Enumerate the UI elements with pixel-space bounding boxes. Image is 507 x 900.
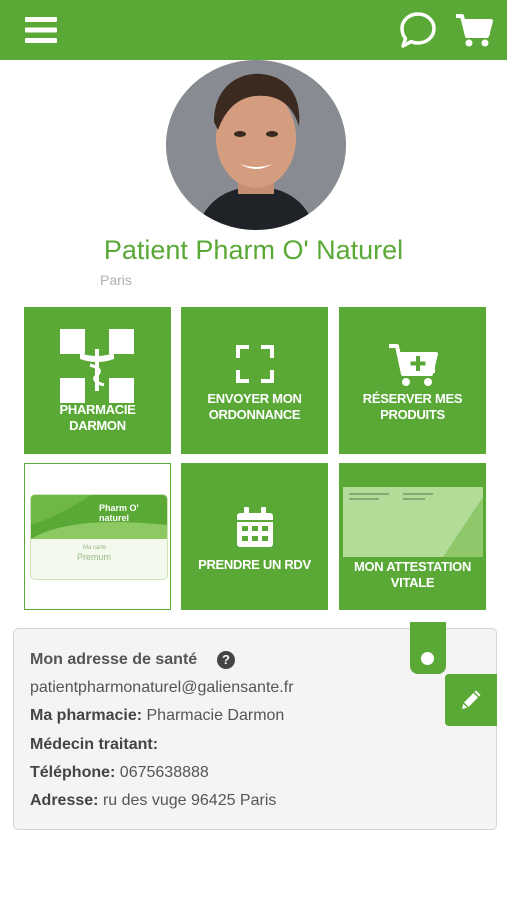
loyalty-card-tile[interactable]: Pharm O' naturel Ma carte Premum — [24, 463, 171, 610]
health-email: patientpharmonaturel@galiensante.fr — [30, 679, 294, 696]
health-address-title: Mon adresse de santé — [30, 651, 198, 668]
vitale-attestation-label-2: VITALE — [390, 575, 435, 590]
pharmacy-line: Ma pharmacie: Pharmacie Darmon — [30, 707, 284, 725]
address-line: Adresse: ru des vuge 96425 Paris — [30, 792, 276, 810]
patient-city: Paris — [100, 272, 132, 288]
doctor-line: Médecin traitant: — [30, 736, 158, 754]
pharmacy-tile-label-1: PHARMACIE — [59, 402, 136, 417]
avatar[interactable] — [166, 60, 346, 230]
doctor-label: Médecin traitant: — [30, 736, 159, 753]
reserve-products-tile[interactable]: RÉSERVER MES PRODUITS — [339, 307, 486, 454]
pharmacy-cross-icon — [60, 329, 134, 403]
phone-value: 0675638888 — [119, 764, 209, 781]
vitale-attestation-tile[interactable]: MON ATTESTATION VITALE — [339, 463, 486, 610]
send-prescription-label-1: ENVOYER MON — [207, 391, 302, 406]
card-tab-toggle[interactable] — [410, 622, 446, 674]
address-label: Adresse: — [30, 792, 99, 809]
scan-frame-icon — [236, 345, 274, 383]
book-appointment-tile[interactable]: PRENDRE UN RDV — [181, 463, 328, 610]
vitale-attestation-label-1: MON ATTESTATION — [353, 559, 472, 574]
top-bar — [0, 0, 507, 60]
send-prescription-tile[interactable]: ENVOYER MON ORDONNANCE — [181, 307, 328, 454]
pharmacy-label: Ma pharmacie: — [30, 707, 143, 724]
cart-plus-icon — [387, 342, 439, 388]
toggle-dot-icon — [421, 652, 434, 665]
card-brand-line-1: Pharm O' — [99, 503, 139, 513]
pharmacy-tile-label-2: DARMON — [69, 418, 126, 433]
book-appointment-label: PRENDRE UN RDV — [198, 557, 311, 572]
help-icon[interactable]: ? — [217, 651, 235, 669]
card-caption: Ma carte — [83, 545, 107, 551]
card-brand-line-2: naturel — [99, 513, 130, 523]
phone-line: Téléphone: 0675638888 — [30, 764, 209, 782]
reserve-products-label-2: PRODUITS — [380, 407, 445, 422]
address-value: ru des vuge 96425 Paris — [102, 792, 277, 809]
reserve-products-label-1: RÉSERVER MES — [362, 391, 463, 406]
edit-button[interactable] — [445, 674, 497, 726]
hamburger-menu-icon[interactable] — [20, 10, 62, 50]
pharmacy-value: Pharmacie Darmon — [146, 707, 285, 724]
chat-bubble-icon[interactable] — [396, 8, 440, 52]
patient-name: Patient Pharm O' Naturel — [103, 235, 404, 265]
calendar-icon — [235, 507, 275, 549]
pharmacy-tile[interactable]: PHARMACIE DARMON — [24, 307, 171, 454]
attestation-document-image — [343, 487, 483, 557]
pencil-icon — [462, 690, 481, 709]
card-tier: Premum — [77, 552, 112, 562]
shopping-cart-icon[interactable] — [452, 9, 496, 51]
phone-label: Téléphone: — [30, 764, 116, 781]
send-prescription-label-2: ORDONNANCE — [208, 407, 301, 422]
loyalty-card-image: Pharm O' naturel Ma carte Premum — [30, 494, 168, 580]
